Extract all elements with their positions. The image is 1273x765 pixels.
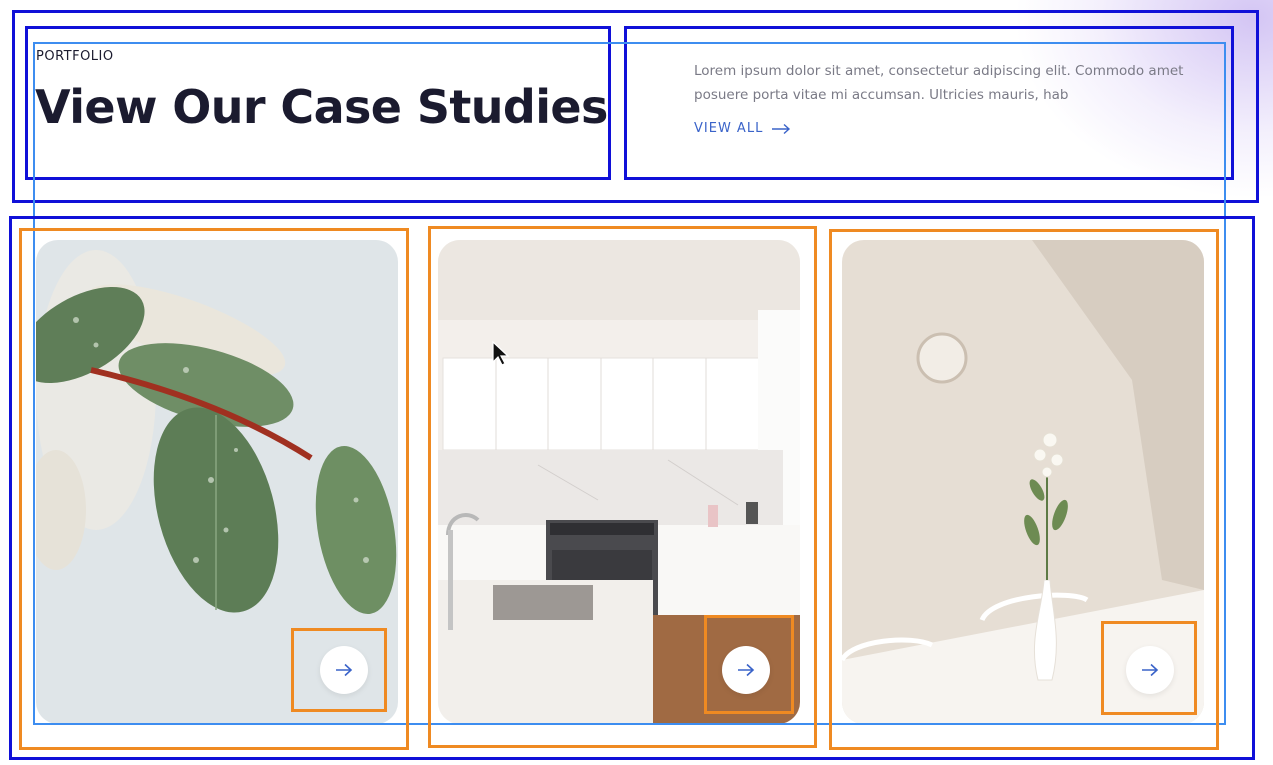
button-annotation-box <box>1101 621 1197 715</box>
button-annotation-box <box>291 628 387 712</box>
button-annotation-box <box>704 615 794 714</box>
